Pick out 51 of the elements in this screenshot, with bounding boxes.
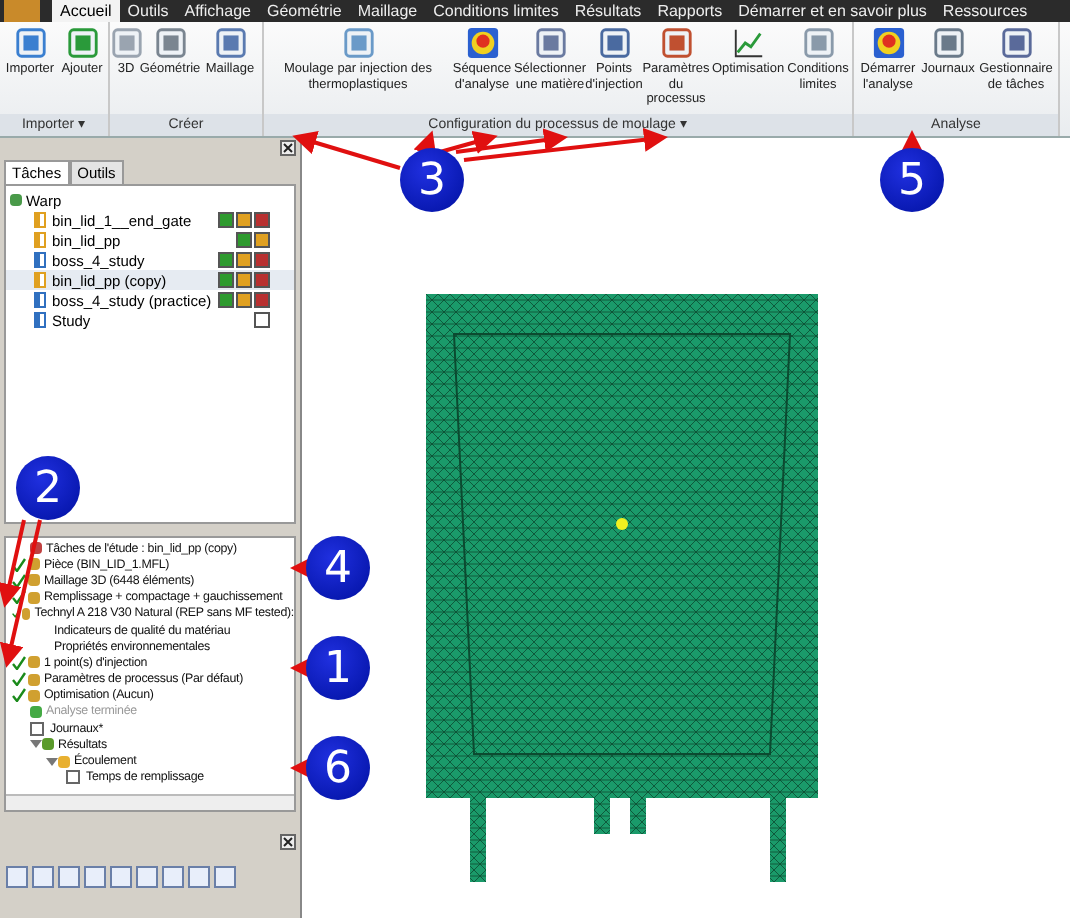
- status-icon: [30, 705, 42, 718]
- close-icon[interactable]: [280, 140, 296, 156]
- tool-icon: [341, 26, 375, 60]
- tool-button[interactable]: [110, 866, 132, 888]
- menu-tab[interactable]: Rapports: [649, 0, 731, 22]
- heat-map-icon: [871, 26, 905, 60]
- tool-icon: [65, 26, 99, 60]
- number-marker: 5: [880, 148, 944, 212]
- tool-button[interactable]: [188, 866, 210, 888]
- tool-icon: [931, 26, 965, 60]
- close-icon[interactable]: [280, 834, 296, 850]
- tool-icon: [153, 26, 187, 60]
- tool-icon: [213, 26, 247, 60]
- tool-button[interactable]: [162, 866, 184, 888]
- tool-button[interactable]: [136, 866, 158, 888]
- heat-map-icon: [465, 26, 499, 60]
- menu-tab[interactable]: Géométrie: [258, 0, 350, 22]
- tool-icon: [533, 26, 567, 60]
- annotation-arrow: [900, 130, 924, 154]
- menu-tab[interactable]: Accueil: [52, 0, 120, 22]
- results-icon: [42, 738, 54, 751]
- menu-tab[interactable]: Ressources: [934, 0, 1036, 22]
- menu-tab[interactable]: Maillage: [349, 0, 426, 22]
- tool-button[interactable]: [84, 866, 106, 888]
- annotation-arrow: [292, 131, 401, 170]
- project-icon: [10, 194, 22, 206]
- checkbox[interactable]: [30, 721, 44, 736]
- horizontal-scrollbar[interactable]: [6, 794, 294, 810]
- tool-icon: [801, 26, 835, 60]
- number-marker: 4: [306, 536, 370, 600]
- tool-icon: [13, 26, 47, 60]
- number-marker: 6: [306, 736, 370, 800]
- tool-button[interactable]: [6, 866, 28, 888]
- number-marker: 3: [400, 148, 464, 212]
- menu-tab[interactable]: Résultats: [566, 0, 650, 22]
- tool-icon: [659, 26, 693, 60]
- expand-caret-icon[interactable]: [46, 755, 58, 768]
- tool-button[interactable]: [214, 866, 236, 888]
- tool-button[interactable]: [32, 866, 54, 888]
- menu-tab[interactable]: Affichage: [176, 0, 259, 22]
- menu-tab[interactable]: Conditions limites: [425, 0, 567, 22]
- menu-tab[interactable]: Démarrer et en savoir plus: [730, 0, 935, 22]
- menu-tab[interactable]: Outils: [119, 0, 177, 22]
- expand-caret-icon[interactable]: [30, 738, 42, 751]
- number-marker: 1: [306, 636, 370, 700]
- tool-icon: [597, 26, 631, 60]
- tool-icon: [999, 26, 1033, 60]
- tool-button[interactable]: [58, 866, 80, 888]
- line-chart-icon: [731, 26, 765, 60]
- checkbox[interactable]: [66, 770, 80, 785]
- folder-icon: [58, 755, 70, 768]
